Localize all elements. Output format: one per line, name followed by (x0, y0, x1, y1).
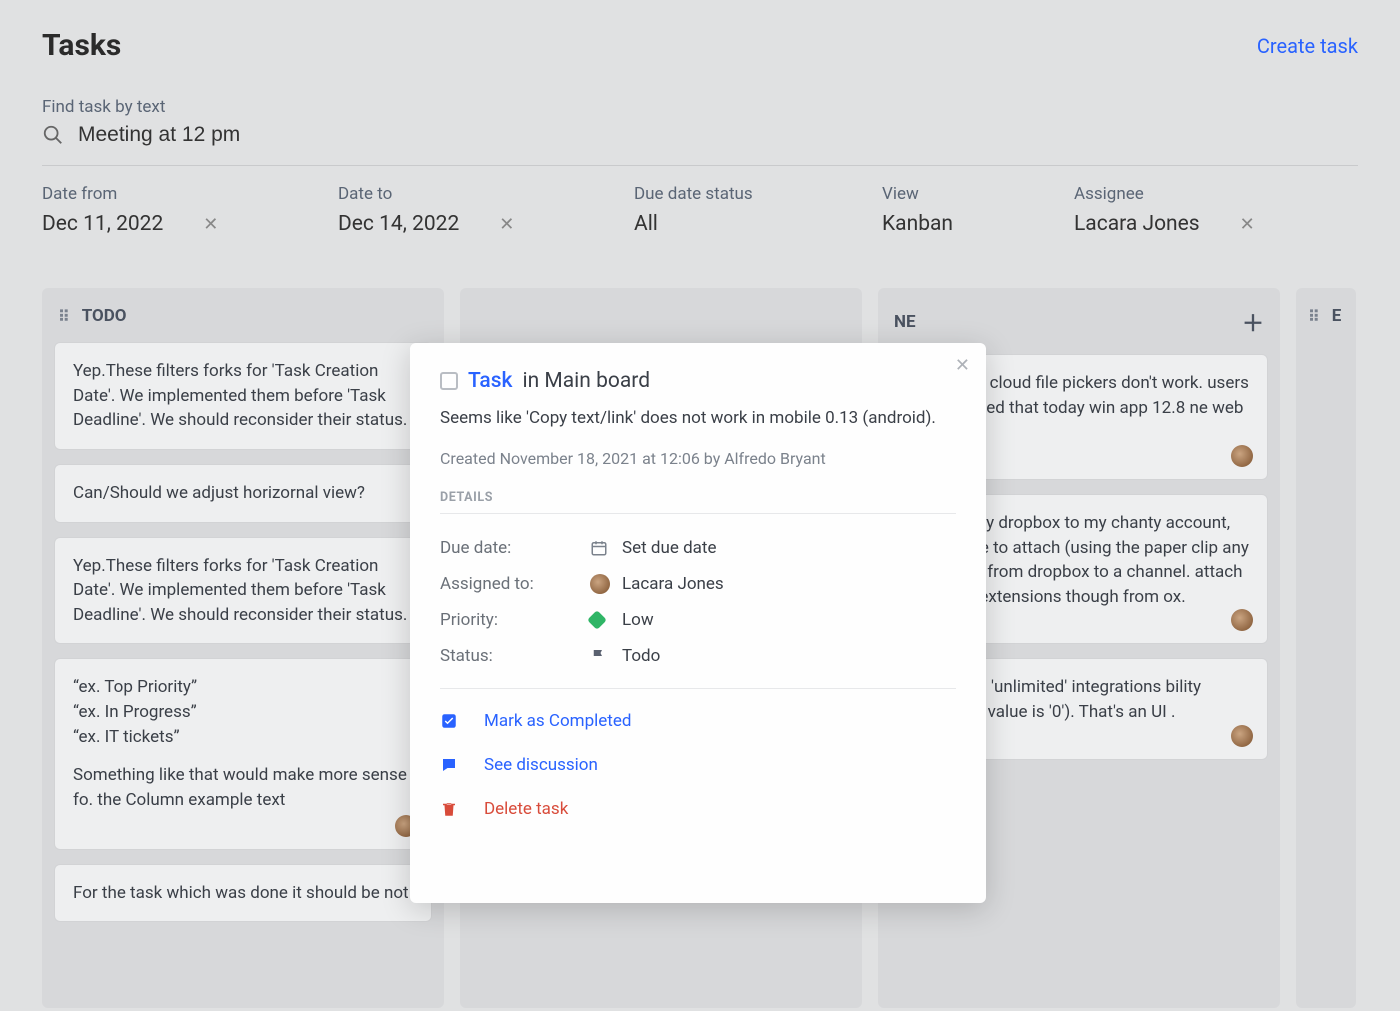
detail-label: Assigned to: (440, 574, 590, 594)
add-card-icon[interactable]: ＋ (1242, 306, 1264, 338)
detail-label: Priority: (440, 610, 590, 630)
avatar (1231, 725, 1253, 747)
filter-label: View (882, 184, 1074, 204)
divider (440, 688, 956, 689)
detail-status[interactable]: Status: Todo (440, 638, 956, 674)
card-text: “ex. IT tickets” (73, 725, 413, 750)
kanban-column-todo: ⠿ TODO Yep.These filters forks for 'Task… (42, 288, 444, 1008)
detail-value: Low (622, 610, 654, 630)
board-label: in Main board (523, 369, 651, 393)
filters-row: Date from Dec 11, 2022 ✕ Date to Dec 14,… (42, 176, 1358, 260)
detail-value: Set due date (622, 538, 717, 558)
task-card[interactable]: Can/Should we adjust horizornal view? (54, 464, 432, 523)
clear-icon[interactable]: ✕ (499, 214, 514, 235)
card-text: “ex. In Progress” (73, 700, 413, 725)
filter-value: Dec 14, 2022 (338, 212, 459, 236)
column-header[interactable]: ⠿ TODO (54, 300, 432, 328)
details-label: DETAILS (440, 490, 956, 505)
filter-view[interactable]: View Kanban (882, 184, 1074, 236)
search-icon (42, 124, 64, 146)
column-header[interactable] (472, 300, 850, 308)
task-card[interactable]: “ex. Top Priority” “ex. In Progress” “ex… (54, 658, 432, 849)
clear-icon[interactable]: ✕ (203, 214, 218, 235)
detail-label: Due date: (440, 538, 590, 558)
trash-icon (440, 800, 462, 818)
detail-assigned[interactable]: Assigned to: Lacara Jones (440, 566, 956, 602)
avatar (590, 574, 610, 594)
created-line: Created November 18, 2021 at 12:06 by Al… (440, 449, 956, 468)
card-text: “ex. Top Priority” (73, 675, 413, 700)
clear-icon[interactable]: ✕ (1240, 214, 1255, 235)
column-title-partial: E (1332, 306, 1342, 326)
kanban-column-peek: ⠿ E (1296, 288, 1356, 1008)
filter-label: Assignee (1074, 184, 1294, 204)
detail-value: Lacara Jones (622, 574, 724, 594)
column-title: TODO (82, 306, 127, 326)
filter-value: Lacara Jones (1074, 212, 1200, 236)
flag-icon (590, 647, 622, 665)
search-block: Find task by text (42, 97, 1358, 147)
create-task-link[interactable]: Create task (1257, 34, 1358, 58)
see-discussion-button[interactable]: See discussion (440, 743, 956, 787)
filter-label: Date from (42, 184, 338, 204)
card-text: Yep.These filters forks for 'Task Creati… (73, 554, 413, 628)
chat-icon (440, 756, 462, 774)
priority-icon (587, 610, 607, 630)
card-text: Yep.These filters forks for 'Task Creati… (73, 359, 413, 433)
filter-date-to[interactable]: Date to Dec 14, 2022 ✕ (338, 184, 634, 236)
filter-assignee[interactable]: Assignee Lacara Jones ✕ (1074, 184, 1294, 236)
task-card[interactable]: Yep.These filters forks for 'Task Creati… (54, 342, 432, 450)
column-title-partial: NE (894, 312, 916, 332)
filter-date-from[interactable]: Date from Dec 11, 2022 ✕ (42, 184, 338, 236)
detail-due-date[interactable]: Due date: Set due date (440, 530, 956, 566)
column-header[interactable]: ⠿ E (1304, 300, 1348, 328)
header: Tasks Create task Find task by text Date… (0, 0, 1400, 270)
detail-label: Status: (440, 646, 590, 666)
action-label: Mark as Completed (484, 711, 631, 731)
filter-label: Date to (338, 184, 634, 204)
search-input[interactable] (78, 123, 678, 147)
modal-header: Task in Main board (440, 369, 956, 393)
filter-value: Dec 11, 2022 (42, 212, 163, 236)
divider (440, 513, 956, 514)
page-title: Tasks (42, 28, 121, 63)
filter-label: Due date status (634, 184, 882, 204)
divider (42, 165, 1358, 166)
search-row (42, 123, 1358, 147)
check-icon (440, 712, 462, 730)
card-text: For the task which was done it should be… (73, 881, 413, 906)
task-checkbox[interactable] (440, 372, 458, 390)
card-text: Something like that would make more sens… (73, 763, 413, 812)
filter-value: Kanban (882, 212, 953, 236)
drag-handle-icon[interactable]: ⠿ (1308, 307, 1320, 326)
task-detail-modal: ✕ Task in Main board Seems like 'Copy te… (410, 343, 986, 903)
action-label: See discussion (484, 755, 598, 775)
filter-value: All (634, 212, 658, 236)
calendar-icon (590, 539, 622, 557)
delete-task-button[interactable]: Delete task (440, 787, 956, 831)
task-card[interactable]: For the task which was done it should be… (54, 864, 432, 923)
card-text: Can/Should we adjust horizornal view? (73, 481, 413, 506)
detail-value: Todo (622, 646, 660, 666)
task-card[interactable]: Yep.These filters forks for 'Task Creati… (54, 537, 432, 645)
drag-handle-icon[interactable]: ⠿ (58, 307, 70, 326)
action-label: Delete task (484, 799, 568, 819)
task-link[interactable]: Task (468, 369, 513, 393)
search-label: Find task by text (42, 97, 1358, 117)
task-description: Seems like 'Copy text/link' does not wor… (440, 407, 956, 431)
detail-priority[interactable]: Priority: Low (440, 602, 956, 638)
column-header[interactable]: NE ＋ (890, 300, 1268, 340)
filter-due-status[interactable]: Due date status All (634, 184, 882, 236)
mark-completed-button[interactable]: Mark as Completed (440, 699, 956, 743)
close-icon[interactable]: ✕ (955, 355, 970, 376)
avatar (1231, 445, 1253, 467)
avatar (1231, 609, 1253, 631)
title-bar: Tasks Create task (42, 28, 1358, 63)
